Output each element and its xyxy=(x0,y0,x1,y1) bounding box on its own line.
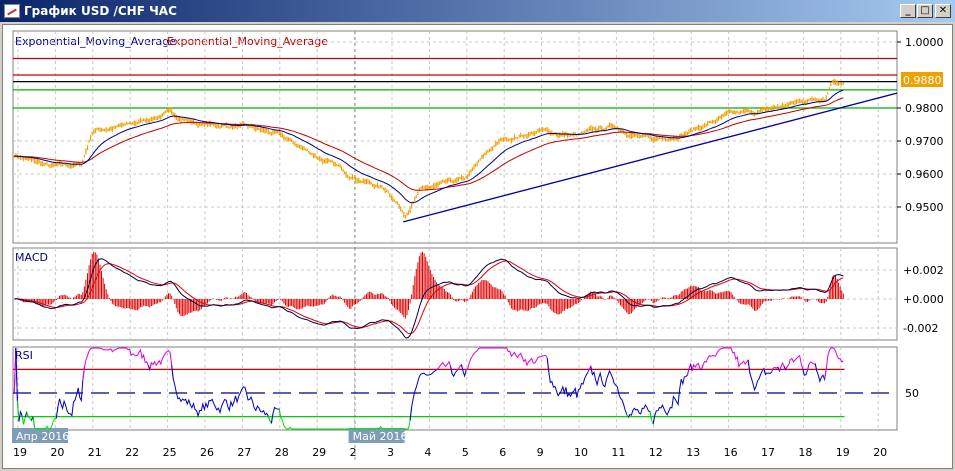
x-tick-label: 21 xyxy=(88,446,102,459)
x-tick-label: 28 xyxy=(275,446,289,459)
rsi-line xyxy=(149,349,174,379)
price-tick-label: 1.0000 xyxy=(905,36,944,49)
x-tick-label: 20 xyxy=(50,446,64,459)
rsi-line xyxy=(824,347,844,380)
rsi-line xyxy=(465,347,550,372)
rsi-line xyxy=(32,406,59,430)
x-tick-label: 3 xyxy=(387,446,394,459)
macd-panel xyxy=(12,247,898,341)
rsi-tick-label: 50 xyxy=(905,387,919,400)
x-tick-label: 17 xyxy=(761,446,775,459)
price-tick-label: 0.9700 xyxy=(905,135,944,148)
rsi-line xyxy=(436,360,453,375)
rsi-panel xyxy=(12,346,898,431)
trend-line xyxy=(403,92,898,223)
rsi-line xyxy=(82,347,151,381)
ema-red-line xyxy=(14,97,844,191)
rsi-line xyxy=(590,366,629,418)
x-tick-label: 13 xyxy=(686,446,700,459)
x-tick-label: 11 xyxy=(611,446,625,459)
macd-tick-label: +0.000 xyxy=(903,293,944,306)
price-tick-label: 0.9600 xyxy=(905,168,944,181)
x-tick-label: 27 xyxy=(237,446,251,459)
rsi-line xyxy=(652,368,690,424)
price-bars xyxy=(13,78,844,219)
month-label: Май 2016 xyxy=(353,430,408,443)
x-tick-label: 12 xyxy=(649,446,663,459)
month-label: Апр 2016 xyxy=(16,430,69,443)
rsi-line xyxy=(747,360,765,392)
price-tick-label: 0.9800 xyxy=(905,102,944,115)
current-price-label: 0.9880 xyxy=(903,74,942,87)
macd-histogram xyxy=(15,251,844,319)
macd-tick-label: +0.002 xyxy=(903,264,944,277)
rsi-line xyxy=(409,368,439,421)
x-tick-label: 2 xyxy=(350,446,357,459)
price-tick-label: 0.9500 xyxy=(905,201,944,214)
x-tick-label: 4 xyxy=(424,446,431,459)
macd-tick-label: -0.002 xyxy=(903,322,938,335)
rsi-line xyxy=(450,366,459,378)
chart-canvas[interactable]: Exponential_Moving_Average Exponential_M… xyxy=(0,0,955,471)
x-tick-label: 10 xyxy=(574,446,588,459)
rsi-line xyxy=(785,354,805,376)
x-tick-label: 6 xyxy=(499,446,506,459)
x-tick-label: 26 xyxy=(200,446,214,459)
x-tick-label: 18 xyxy=(798,446,812,459)
x-tick-label: 20 xyxy=(873,446,887,459)
x-tick-label: 29 xyxy=(312,446,326,459)
x-tick-label: 19 xyxy=(836,446,850,459)
x-tick-label: 25 xyxy=(163,446,177,459)
rsi-line xyxy=(627,403,653,420)
x-tick-label: 22 xyxy=(125,446,139,459)
x-tick-label: 19 xyxy=(13,446,27,459)
x-tick-label: 16 xyxy=(724,446,738,459)
x-tick-label: 5 xyxy=(462,446,469,459)
x-tick-label: 9 xyxy=(537,446,544,459)
rsi-line xyxy=(546,357,590,398)
macd-title: MACD xyxy=(15,251,48,264)
price-panel xyxy=(12,30,898,244)
